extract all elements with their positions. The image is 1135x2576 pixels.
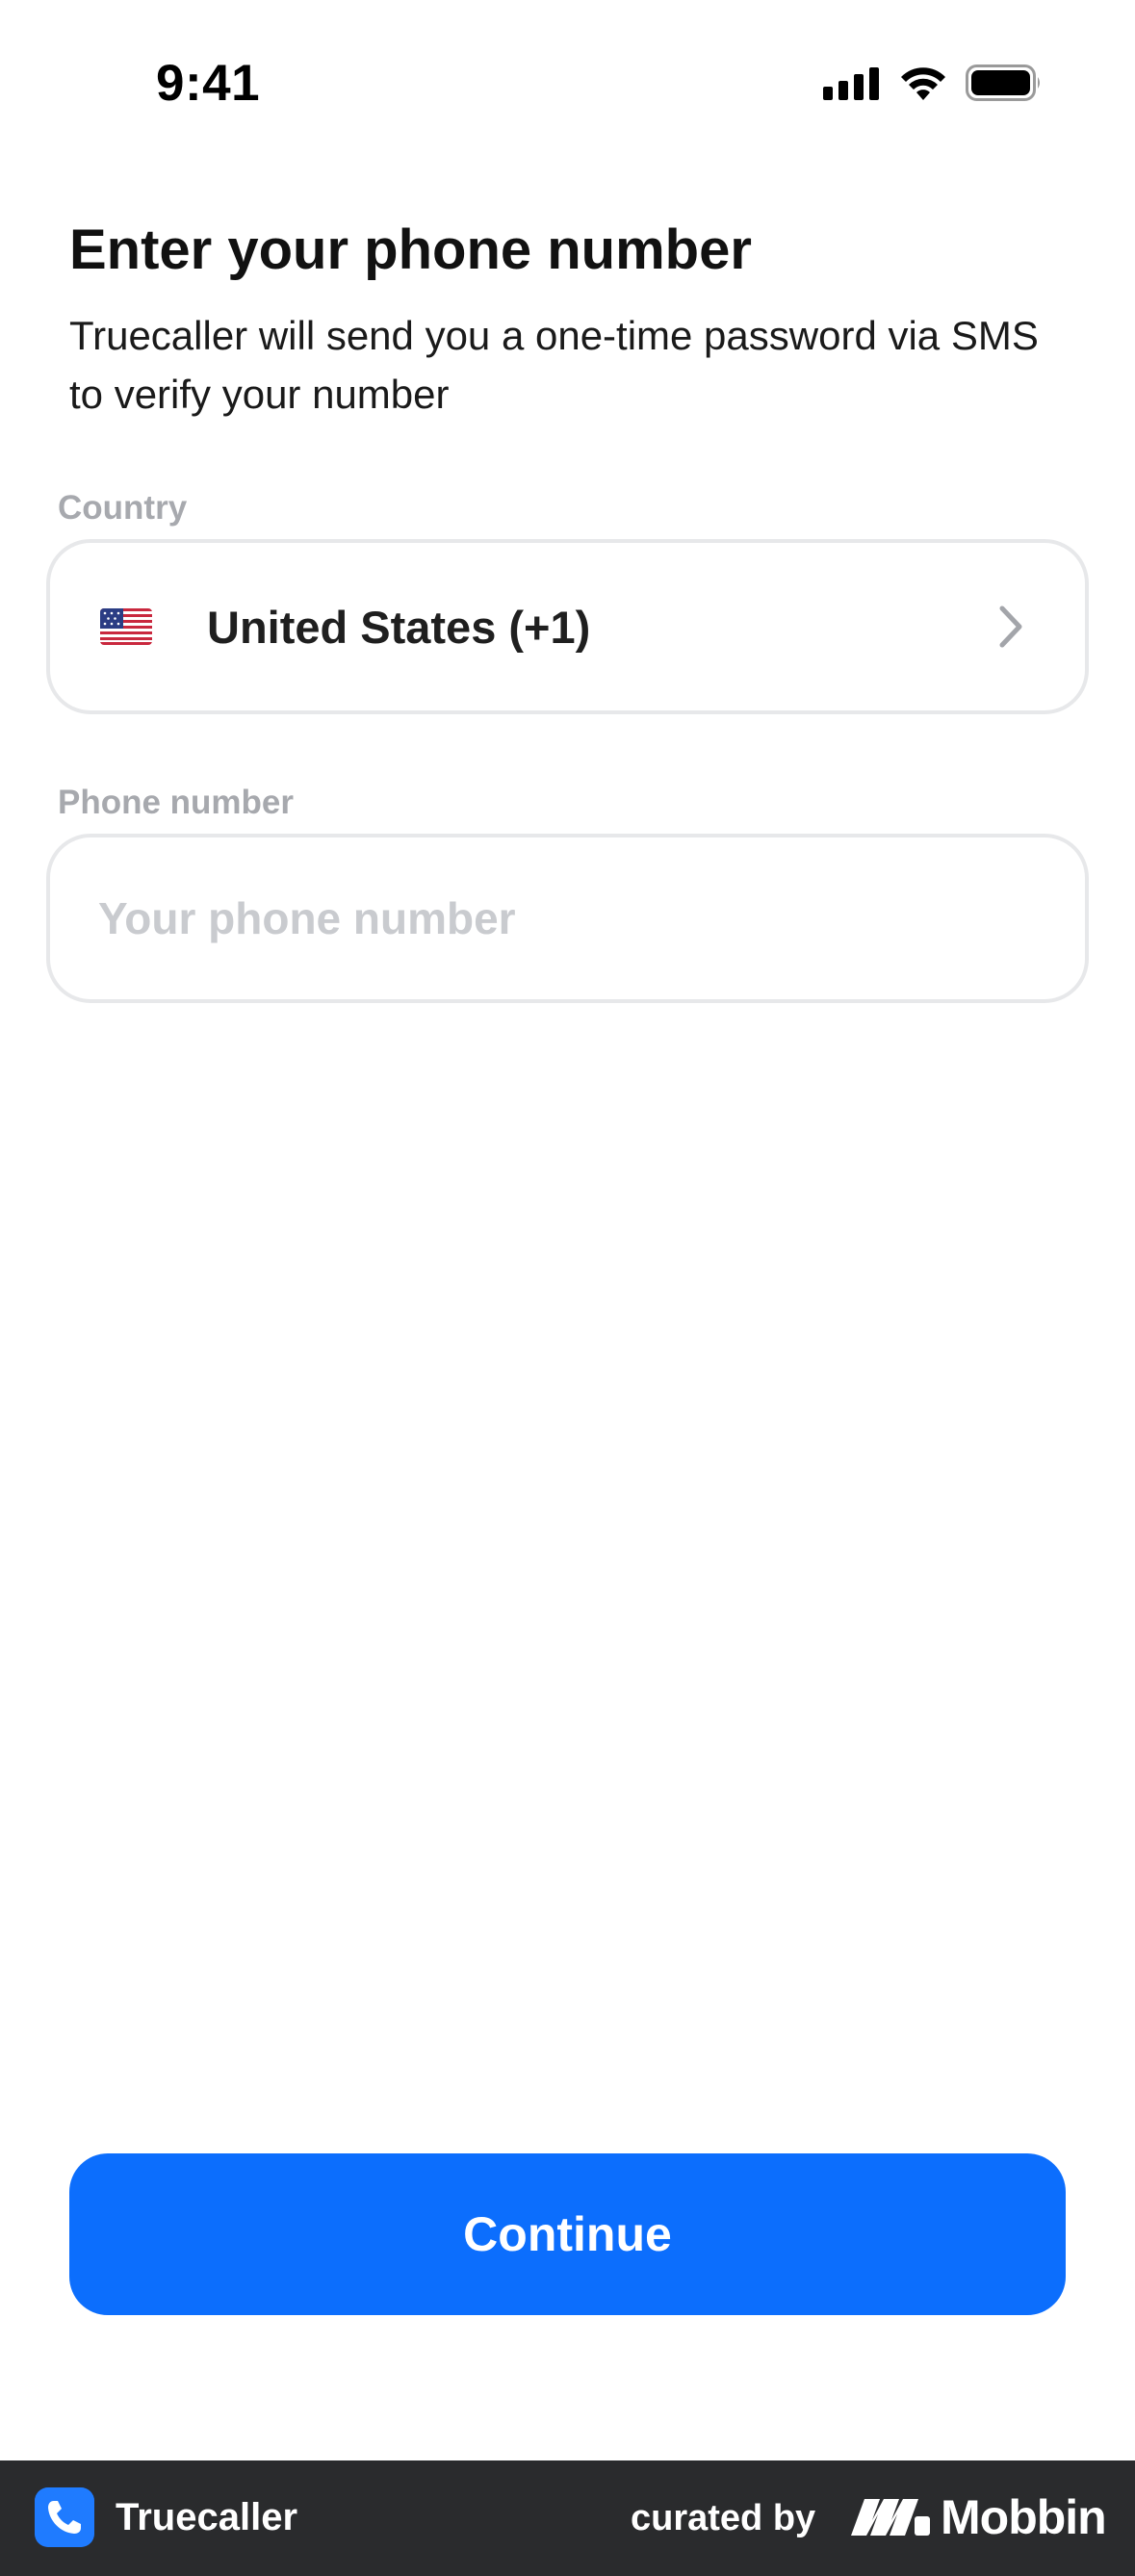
status-time: 9:41 bbox=[156, 55, 261, 112]
page-title: Enter your phone number bbox=[69, 219, 752, 281]
phone-number-input[interactable] bbox=[50, 837, 1085, 999]
wifi-icon bbox=[901, 67, 945, 100]
battery-icon bbox=[966, 64, 1040, 101]
footer-app-name: Truecaller bbox=[116, 2496, 298, 2538]
truecaller-logo-icon bbox=[35, 2487, 94, 2547]
phone-entry-screen: 9:41 Enter your phone number Truecaller … bbox=[0, 0, 1135, 2576]
country-label: Country bbox=[58, 489, 188, 527]
us-flag-icon bbox=[100, 608, 152, 645]
curated-by-text: curated by bbox=[631, 2498, 816, 2538]
chevron-right-icon bbox=[999, 605, 1022, 648]
phone-number-field bbox=[46, 834, 1089, 1003]
signal-icon bbox=[823, 65, 881, 100]
mobbin-logo-icon bbox=[851, 2499, 930, 2536]
country-selector[interactable]: United States (+1) bbox=[46, 539, 1089, 714]
continue-button[interactable]: Continue bbox=[69, 2153, 1066, 2315]
page-subtitle: Truecaller will send you a one-time pass… bbox=[69, 313, 1039, 417]
footer-brand-name: Mobbin bbox=[941, 2490, 1107, 2544]
footer-bar: Truecaller curated by Mobbin bbox=[0, 2460, 1135, 2576]
status-icons bbox=[823, 64, 1043, 102]
phone-number-label: Phone number bbox=[58, 784, 295, 821]
country-value: United States (+1) bbox=[207, 602, 591, 653]
